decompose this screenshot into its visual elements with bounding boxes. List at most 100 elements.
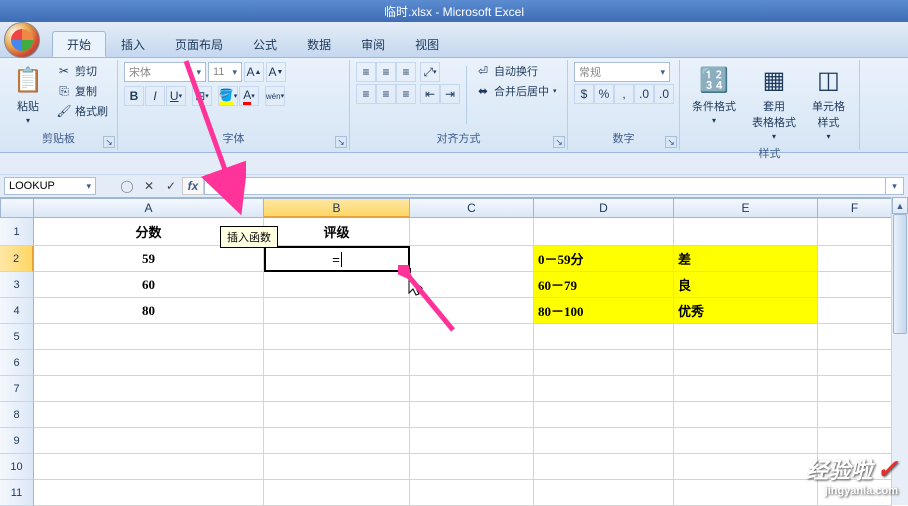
alignment-launcher-icon[interactable]: ↘	[553, 136, 565, 148]
cell-E10[interactable]	[674, 454, 818, 480]
name-box[interactable]: LOOKUP	[4, 177, 96, 195]
cell-A4[interactable]: 80	[34, 298, 264, 324]
cell-A2[interactable]: 59	[34, 246, 264, 272]
cell-A8[interactable]	[34, 402, 264, 428]
font-size-combo[interactable]: 11	[208, 62, 242, 82]
cell-B1[interactable]: 评级	[264, 218, 410, 246]
cell-E11[interactable]	[674, 480, 818, 506]
cell-C7[interactable]	[410, 376, 534, 402]
cell-C3[interactable]	[410, 272, 534, 298]
cell-C6[interactable]	[410, 350, 534, 376]
tab-insert[interactable]: 插入	[106, 31, 160, 57]
cell-D10[interactable]	[534, 454, 674, 480]
cell-A11[interactable]	[34, 480, 264, 506]
cell-D9[interactable]	[534, 428, 674, 454]
cell-F6[interactable]	[818, 350, 892, 376]
align-top-button[interactable]: ≡	[356, 62, 376, 82]
decrease-font-button[interactable]: A▼	[266, 62, 286, 82]
column-header-B[interactable]: B	[264, 198, 410, 218]
cell-D7[interactable]	[534, 376, 674, 402]
number-format-combo[interactable]: 常规	[574, 62, 670, 82]
underline-button[interactable]: U▾	[166, 86, 186, 106]
font-color-button[interactable]: A▾	[239, 86, 259, 106]
align-middle-button[interactable]: ≡	[376, 62, 396, 82]
italic-button[interactable]: I	[145, 86, 165, 106]
column-header-A[interactable]: A	[34, 198, 264, 218]
cell-D5[interactable]	[534, 324, 674, 350]
cell-B11[interactable]	[264, 480, 410, 506]
cell-F7[interactable]	[818, 376, 892, 402]
copy-button[interactable]: ⎘复制	[54, 82, 111, 100]
cell-C8[interactable]	[410, 402, 534, 428]
row-header-11[interactable]: 11	[0, 480, 34, 506]
cell-F1[interactable]	[818, 218, 892, 246]
office-button[interactable]	[4, 22, 40, 58]
border-button[interactable]: ⊞▾	[192, 86, 212, 106]
scroll-thumb[interactable]	[893, 214, 907, 334]
align-left-button[interactable]: ≡	[356, 84, 376, 104]
cell-C2[interactable]	[410, 246, 534, 272]
decrease-decimal-button[interactable]: .0	[654, 84, 674, 104]
column-header-C[interactable]: C	[410, 198, 534, 218]
paste-button[interactable]: 📋 粘贴 ▾	[6, 62, 50, 127]
percent-button[interactable]: %	[594, 84, 614, 104]
row-header-7[interactable]: 7	[0, 376, 34, 402]
font-name-combo[interactable]: 宋体	[124, 62, 206, 82]
cancel-x-button[interactable]: ✕	[138, 177, 160, 195]
cell-A10[interactable]	[34, 454, 264, 480]
cut-button[interactable]: ✂剪切	[54, 62, 111, 80]
increase-decimal-button[interactable]: .0	[634, 84, 654, 104]
cell-F3[interactable]	[818, 272, 892, 298]
increase-font-button[interactable]: A▲	[244, 62, 264, 82]
cell-B7[interactable]	[264, 376, 410, 402]
tab-page-layout[interactable]: 页面布局	[160, 31, 238, 57]
row-header-8[interactable]: 8	[0, 402, 34, 428]
scroll-up-button[interactable]: ▲	[892, 197, 908, 214]
wrap-text-button[interactable]: ⏎自动换行	[473, 62, 560, 80]
tab-view[interactable]: 视图	[400, 31, 454, 57]
cell-B2[interactable]: =	[264, 246, 410, 272]
font-launcher-icon[interactable]: ↘	[335, 136, 347, 148]
cell-B9[interactable]	[264, 428, 410, 454]
tab-home[interactable]: 开始	[52, 31, 106, 57]
cell-C9[interactable]	[410, 428, 534, 454]
cell-B6[interactable]	[264, 350, 410, 376]
cell-A7[interactable]	[34, 376, 264, 402]
decrease-indent-button[interactable]: ⇤	[420, 84, 440, 104]
cell-D2[interactable]: 0－59分	[534, 246, 674, 272]
row-header-6[interactable]: 6	[0, 350, 34, 376]
accounting-button[interactable]: $	[574, 84, 594, 104]
cell-F8[interactable]	[818, 402, 892, 428]
number-launcher-icon[interactable]: ↘	[665, 136, 677, 148]
tab-review[interactable]: 审阅	[346, 31, 400, 57]
clipboard-launcher-icon[interactable]: ↘	[103, 136, 115, 148]
cell-E4[interactable]: 优秀	[674, 298, 818, 324]
cell-E5[interactable]	[674, 324, 818, 350]
conditional-format-button[interactable]: 🔢 条件格式▾	[686, 62, 742, 127]
align-bottom-button[interactable]: ≡	[396, 62, 416, 82]
cell-C1[interactable]	[410, 218, 534, 246]
fill-color-button[interactable]: 🪣▾	[218, 86, 238, 106]
row-header-10[interactable]: 10	[0, 454, 34, 480]
cell-F9[interactable]	[818, 428, 892, 454]
cell-E9[interactable]	[674, 428, 818, 454]
table-styles-button[interactable]: ▦ 套用 表格格式▾	[746, 62, 802, 143]
comma-button[interactable]: ,	[614, 84, 634, 104]
column-header-F[interactable]: F	[818, 198, 892, 218]
row-header-3[interactable]: 3	[0, 272, 34, 298]
phonetic-button[interactable]: wén▾	[265, 86, 285, 106]
cell-E1[interactable]	[674, 218, 818, 246]
row-header-5[interactable]: 5	[0, 324, 34, 350]
cell-B10[interactable]	[264, 454, 410, 480]
row-header-1[interactable]: 1	[0, 218, 34, 246]
cell-C11[interactable]	[410, 480, 534, 506]
cell-D1[interactable]	[534, 218, 674, 246]
cell-F5[interactable]	[818, 324, 892, 350]
increase-indent-button[interactable]: ⇥	[440, 84, 460, 104]
merge-center-button[interactable]: ⬌合并后居中▾	[473, 82, 560, 100]
cell-C5[interactable]	[410, 324, 534, 350]
cell-D11[interactable]	[534, 480, 674, 506]
row-header-4[interactable]: 4	[0, 298, 34, 324]
cell-E7[interactable]	[674, 376, 818, 402]
cell-F4[interactable]	[818, 298, 892, 324]
